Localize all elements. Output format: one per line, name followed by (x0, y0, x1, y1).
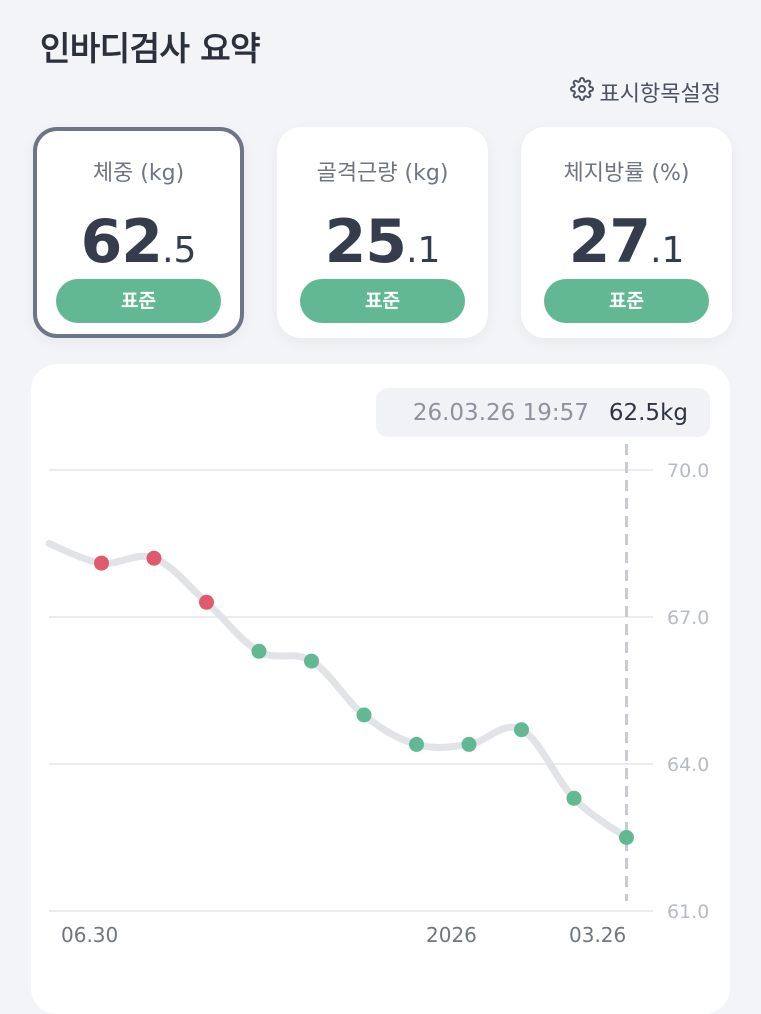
body-fat-card[interactable]: 체지방률 (%) 27.1 표준 (521, 127, 732, 338)
data-point[interactable] (199, 594, 214, 610)
weight-trend-chart[interactable]: 26.03.26 19:57 62.5kg 70.0 67.0 64.0 61.0 06… (31, 364, 730, 1014)
data-point[interactable] (619, 830, 634, 845)
data-point[interactable] (566, 790, 582, 806)
status-badge: 표준 (56, 279, 221, 323)
display-settings-label: 표시항목설정 (599, 82, 721, 107)
data-point[interactable] (514, 722, 529, 738)
y-tick-label: 61.0 (667, 901, 709, 923)
data-point[interactable] (251, 643, 267, 659)
card-label: 체중 (kg) (92, 161, 185, 186)
card-value-integer: 25 (324, 207, 407, 277)
data-point[interactable] (356, 707, 372, 723)
status-badge: 표준 (544, 279, 709, 323)
card-value: 27.1 (521, 207, 732, 277)
gear-icon (569, 77, 594, 107)
card-value-decimal: .1 (406, 230, 441, 271)
chart-plot[interactable]: 70.0 67.0 64.0 61.0 06.30 2026 03.26 (31, 364, 730, 984)
summary-cards: 체중 (kg) 62.5 표준 골격근량 (kg) 25.1 표준 체지방률 (… (33, 127, 733, 338)
x-tick-label: 2026 (426, 923, 477, 947)
card-value-integer: 62 (80, 207, 163, 277)
status-badge: 표준 (300, 279, 465, 323)
card-value: 62.5 (37, 207, 240, 277)
page-title: 인바디검사 요약 (40, 29, 261, 68)
card-value-decimal: .1 (650, 230, 685, 271)
card-value: 25.1 (277, 207, 488, 277)
card-label: 골격근량 (kg) (316, 161, 449, 186)
card-value-decimal: .5 (162, 230, 197, 271)
data-point[interactable] (461, 736, 477, 752)
y-tick-label: 64.0 (667, 754, 709, 776)
y-tick-label: 67.0 (667, 607, 709, 629)
data-point[interactable] (409, 736, 424, 752)
series-line (45, 540, 630, 841)
y-tick-label: 70.0 (667, 460, 709, 482)
card-label: 체지방률 (%) (563, 161, 690, 186)
data-point[interactable] (304, 653, 319, 669)
display-settings-button[interactable]: 표시항목설정 (569, 76, 721, 108)
x-tick-label: 06.30 (61, 923, 118, 947)
data-point[interactable] (146, 550, 162, 566)
weight-card[interactable]: 체중 (kg) 62.5 표준 (33, 127, 244, 338)
data-point[interactable] (94, 555, 109, 571)
skeletal-muscle-card[interactable]: 골격근량 (kg) 25.1 표준 (277, 127, 488, 338)
x-tick-label: 03.26 (569, 923, 626, 947)
card-value-integer: 27 (568, 207, 651, 277)
